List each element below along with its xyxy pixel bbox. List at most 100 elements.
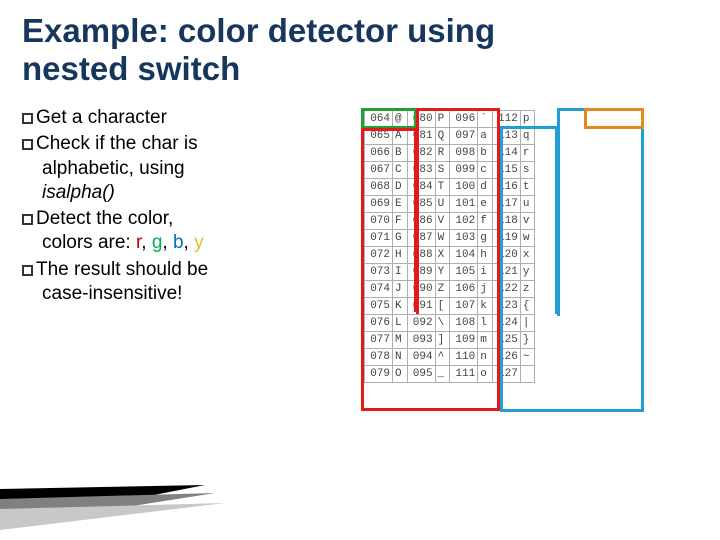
ascii-char: J [393, 280, 408, 297]
ascii-char: D [393, 178, 408, 195]
ascii-char: G [393, 229, 408, 246]
ascii-char: Q [435, 127, 450, 144]
ascii-code: 108 [450, 314, 478, 331]
ascii-code: 101 [450, 195, 478, 212]
ascii-char: h [478, 246, 493, 263]
ascii-code: 074 [365, 280, 393, 297]
ascii-code: 105 [450, 263, 478, 280]
ascii-code: 124 [492, 314, 520, 331]
ascii-code: 084 [407, 178, 435, 195]
ascii-code: 097 [450, 127, 478, 144]
slide-title: Example: color detector using nested swi… [0, 0, 720, 88]
ascii-code: 091 [407, 297, 435, 314]
ascii-code: 083 [407, 161, 435, 178]
table-row: 075K091[107k123{ [365, 297, 535, 314]
ascii-table-wrapper: 064@080P096`112p065A081Q097a113q066B082R… [364, 106, 535, 383]
ascii-char: v [520, 212, 535, 229]
table-row: 074J090Z106j122z [365, 280, 535, 297]
bullet-code: isalpha() [22, 181, 352, 205]
ascii-char: q [520, 127, 535, 144]
table-row: 073I089Y105i121y [365, 263, 535, 280]
ascii-code: 114 [492, 144, 520, 161]
bullet-lead: Check [36, 133, 90, 154]
ascii-code: 066 [365, 144, 393, 161]
ascii-char: a [478, 127, 493, 144]
ascii-char: T [435, 178, 450, 195]
ascii-char: m [478, 331, 493, 348]
ascii-code: 098 [450, 144, 478, 161]
bullet-text: if the char is [90, 133, 198, 154]
ascii-char: w [520, 229, 535, 246]
bullet-item: The result should be case-insensitive! [22, 258, 352, 307]
ascii-code: 120 [492, 246, 520, 263]
square-bullet-icon [22, 113, 33, 124]
table-row: 068D084T100d116t [365, 178, 535, 195]
ascii-code: 102 [450, 212, 478, 229]
ascii-char: b [478, 144, 493, 161]
bullet-text: a character [67, 107, 167, 128]
ascii-char: y [520, 263, 535, 280]
ascii-char: ~ [520, 348, 535, 365]
ascii-code: 099 [450, 161, 478, 178]
ascii-char: A [393, 127, 408, 144]
color-g: g [152, 232, 163, 253]
ascii-char: \ [435, 314, 450, 331]
ascii-code: 082 [407, 144, 435, 161]
ascii-code: 125 [492, 331, 520, 348]
bullet-lead: Detect [36, 208, 91, 229]
sep: , [162, 232, 173, 253]
ascii-code: 115 [492, 161, 520, 178]
ascii-char: N [393, 348, 408, 365]
ascii-char: u [520, 195, 535, 212]
ascii-code: 080 [407, 110, 435, 127]
square-bullet-icon [22, 214, 33, 225]
title-line-2: nested switch [22, 50, 240, 87]
ascii-table: 064@080P096`112p065A081Q097a113q066B082R… [364, 110, 535, 383]
ascii-char: k [478, 297, 493, 314]
table-row: 065A081Q097a113q [365, 127, 535, 144]
ascii-code: 085 [407, 195, 435, 212]
ascii-code: 069 [365, 195, 393, 212]
ascii-code: 103 [450, 229, 478, 246]
highlight-blue-lower-p-z-top [557, 108, 644, 316]
bullet-item: Detect the color, colors are: r, g, b, y [22, 207, 352, 256]
bullet-cont: case-insensitive! [22, 282, 352, 306]
ascii-char: j [478, 280, 493, 297]
ascii-code: 126 [492, 348, 520, 365]
ascii-char: E [393, 195, 408, 212]
ascii-code: 089 [407, 263, 435, 280]
ascii-code: 077 [365, 331, 393, 348]
table-row: 067C083S099c115s [365, 161, 535, 178]
ascii-char: z [520, 280, 535, 297]
ascii-char: g [478, 229, 493, 246]
ascii-code: 095 [407, 365, 435, 382]
ascii-code: 071 [365, 229, 393, 246]
ascii-char: ^ [435, 348, 450, 365]
ascii-char: Y [435, 263, 450, 280]
bullet-text: colors are: [42, 232, 136, 253]
ascii-code: 111 [450, 365, 478, 382]
ascii-char: o [478, 365, 493, 382]
square-bullet-icon [22, 139, 33, 150]
ascii-char: d [478, 178, 493, 195]
ascii-char: F [393, 212, 408, 229]
table-row: 078N094^110n126~ [365, 348, 535, 365]
ascii-code: 122 [492, 280, 520, 297]
ascii-char: R [435, 144, 450, 161]
ascii-char: [ [435, 297, 450, 314]
ascii-code: 081 [407, 127, 435, 144]
table-row: 066B082R098b114r [365, 144, 535, 161]
ascii-code: 090 [407, 280, 435, 297]
ascii-char: l [478, 314, 493, 331]
ascii-code: 093 [407, 331, 435, 348]
ascii-code: 094 [407, 348, 435, 365]
ascii-char: I [393, 263, 408, 280]
ascii-char: } [520, 331, 535, 348]
ascii-code: 107 [450, 297, 478, 314]
bullet-text: the color, [91, 208, 173, 229]
ascii-char: Z [435, 280, 450, 297]
ascii-code: 118 [492, 212, 520, 229]
color-y: y [194, 232, 204, 253]
ascii-code: 112 [492, 110, 520, 127]
ascii-char: P [435, 110, 450, 127]
